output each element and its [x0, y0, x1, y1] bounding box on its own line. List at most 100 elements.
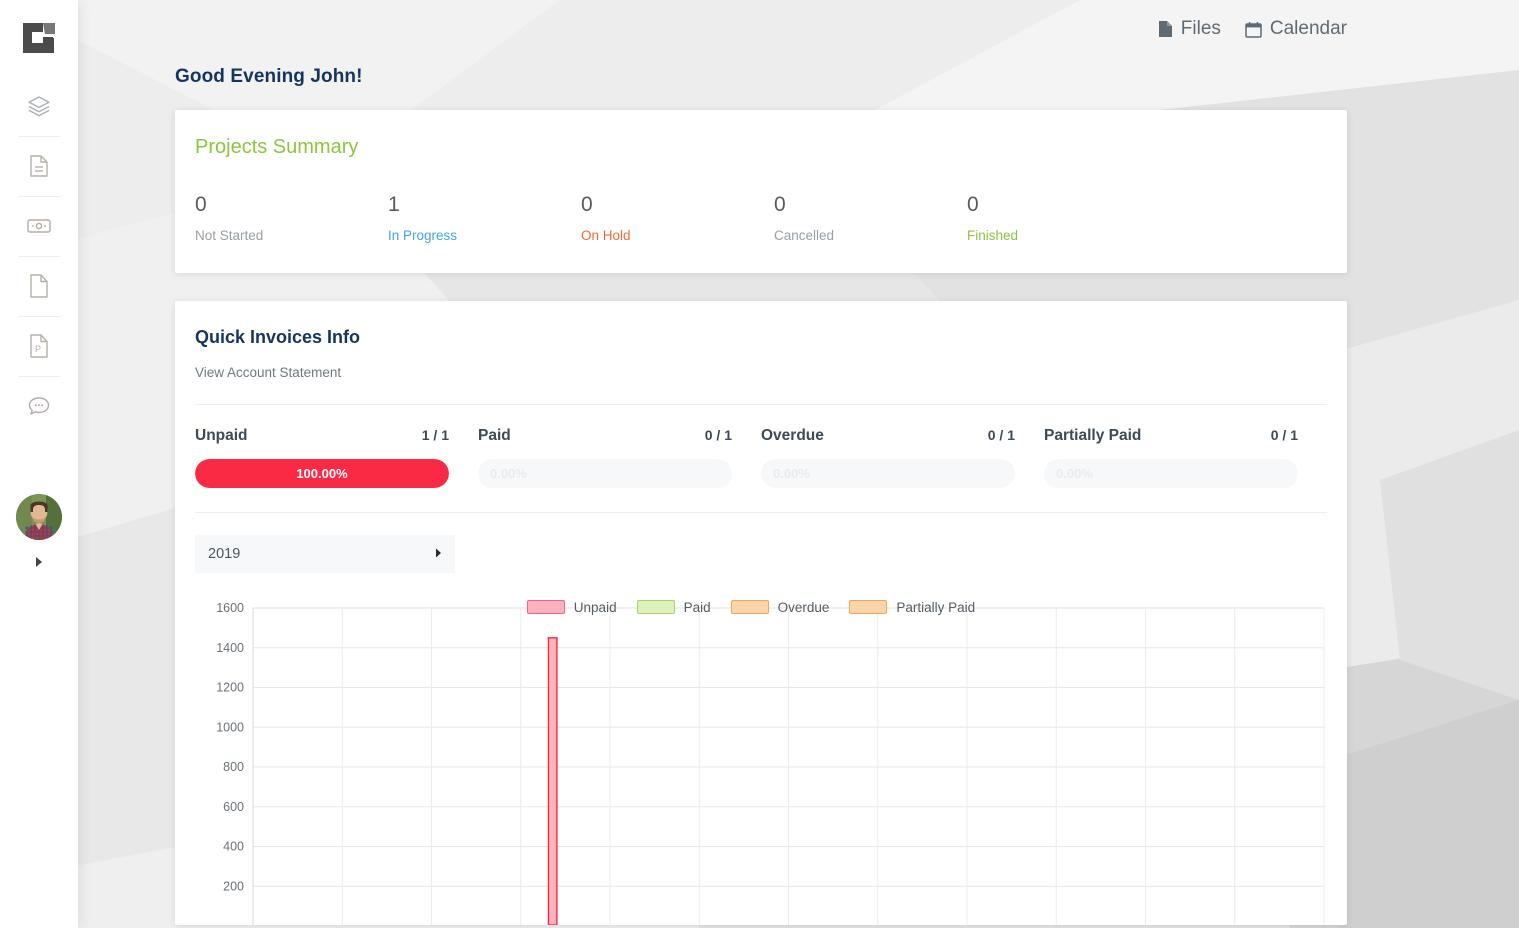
projects-summary-title: Projects Summary [195, 136, 1327, 159]
stat-label: Cancelled [774, 228, 967, 243]
topbar-links: Files Calendar [1158, 18, 1347, 40]
quick-invoices-card: Quick Invoices Info View Account Stateme… [175, 301, 1347, 925]
stat-not-started: 0 Not Started [195, 193, 388, 243]
invoice-status-partially-paid: Partially Paid 0 / 1 0.00% [1044, 427, 1327, 488]
invoice-status-label: Partially Paid [1044, 427, 1141, 445]
progress-value: 0.00% [1056, 466, 1093, 481]
progress-value: 100.00% [296, 466, 347, 481]
progress-fill: 0.00% [1044, 459, 1298, 488]
stat-finished: 0 Finished [967, 193, 1160, 243]
year-selector-row: 2019 [195, 512, 1327, 573]
invoice-status-paid: Paid 0 / 1 0.00% [478, 427, 761, 488]
legend-swatch [527, 600, 565, 614]
sidebar-item-layers[interactable] [0, 76, 78, 136]
chart-legend: Unpaid Paid Overdue Partially Paid [195, 595, 1327, 619]
legend-swatch [731, 600, 769, 614]
progress-bar: 0.00% [478, 459, 732, 488]
invoice-status-count: 0 / 1 [705, 427, 732, 443]
invoices-chart: Unpaid Paid Overdue Partially Paid [195, 595, 1327, 925]
main-content: Good Evening John! Projects Summary 0 No… [78, 0, 1519, 928]
sidebar-item-messages[interactable] [0, 376, 78, 436]
chat-bubble-icon [27, 395, 51, 417]
chart-canvas: 2004006008001000120014001600 [195, 595, 1327, 925]
invoice-status-grid: Unpaid 1 / 1 100.00% Paid 0 / 1 [195, 405, 1327, 488]
stat-value: 1 [388, 193, 581, 216]
stat-label: In Progress [388, 228, 581, 243]
stat-label: On Hold [581, 228, 774, 243]
legend-label: Overdue [778, 600, 830, 615]
svg-text:1200: 1200 [216, 681, 244, 695]
stat-value: 0 [581, 193, 774, 216]
progress-fill: 0.00% [478, 459, 732, 488]
blank-file-icon [28, 273, 50, 299]
sidebar-item-proposals[interactable]: P [0, 316, 78, 376]
topbar-link-label: Calendar [1270, 18, 1347, 40]
progress-fill: 0.00% [761, 459, 1015, 488]
invoice-status-count: 0 / 1 [1271, 427, 1298, 443]
calendar-icon [1245, 21, 1262, 38]
file-icon [1158, 20, 1173, 38]
topbar-link-calendar[interactable]: Calendar [1245, 18, 1347, 40]
projects-summary-card: Projects Summary 0 Not Started 1 In Prog… [175, 110, 1347, 273]
sidebar-expand-caret[interactable] [29, 554, 49, 570]
progress-value: 0.00% [773, 466, 810, 481]
progress-value: 0.00% [490, 466, 527, 481]
page-title: Good Evening John! [175, 66, 1519, 88]
topbar-link-files[interactable]: Files [1158, 18, 1221, 40]
svg-text:200: 200 [223, 879, 244, 893]
quick-invoices-title: Quick Invoices Info [195, 327, 1327, 348]
legend-item-overdue[interactable]: Overdue [731, 600, 830, 615]
user-avatar[interactable] [16, 494, 62, 540]
invoice-status-unpaid: Unpaid 1 / 1 100.00% [195, 427, 478, 488]
svg-text:400: 400 [223, 840, 244, 854]
invoice-status-count: 1 / 1 [422, 427, 449, 443]
stat-on-hold: 0 On Hold [581, 193, 774, 243]
year-select[interactable]: 2019 [195, 535, 455, 573]
invoice-status-overdue: Overdue 0 / 1 0.00% [761, 427, 1044, 488]
invoice-status-label: Paid [478, 427, 511, 445]
sidebar-item-documents[interactable] [0, 136, 78, 196]
legend-label: Paid [684, 600, 711, 615]
sidebar-item-invoices[interactable] [0, 196, 78, 256]
chevron-right-icon [435, 548, 442, 561]
legend-label: Unpaid [574, 600, 617, 615]
proposal-file-icon: P [28, 333, 50, 359]
sidebar-item-files[interactable] [0, 256, 78, 316]
svg-text:1400: 1400 [216, 641, 244, 655]
stat-value: 0 [967, 193, 1160, 216]
sidebar-nav: P [0, 76, 78, 436]
svg-text:P: P [35, 344, 41, 354]
stat-in-progress: 1 In Progress [388, 193, 581, 243]
progress-bar: 0.00% [761, 459, 1015, 488]
progress-bar: 0.00% [1044, 459, 1298, 488]
invoice-status-count: 0 / 1 [988, 427, 1015, 443]
svg-text:1000: 1000 [216, 720, 244, 734]
legend-swatch [637, 600, 675, 614]
sidebar: P [0, 0, 78, 928]
topbar-link-label: Files [1181, 18, 1221, 40]
progress-fill: 100.00% [195, 459, 449, 488]
stat-cancelled: 0 Cancelled [774, 193, 967, 243]
legend-item-partially-paid[interactable]: Partially Paid [849, 600, 975, 615]
view-account-statement-link[interactable]: View Account Statement [195, 365, 341, 380]
invoice-status-label: Unpaid [195, 427, 248, 445]
projects-stats-row: 0 Not Started 1 In Progress 0 On Hold 0 … [195, 193, 1327, 243]
app-logo[interactable] [0, 0, 78, 76]
legend-swatch [849, 600, 887, 614]
invoice-status-label: Overdue [761, 427, 824, 445]
money-bill-icon [26, 217, 52, 235]
svg-text:600: 600 [223, 800, 244, 814]
stat-label: Not Started [195, 228, 388, 243]
stat-value: 0 [774, 193, 967, 216]
stat-label: Finished [967, 228, 1160, 243]
legend-item-unpaid[interactable]: Unpaid [527, 600, 617, 615]
layers-icon [27, 94, 51, 118]
document-lines-icon [28, 154, 50, 178]
svg-text:800: 800 [223, 760, 244, 774]
legend-label: Partially Paid [896, 600, 975, 615]
legend-item-paid[interactable]: Paid [637, 600, 711, 615]
dashboard-page: P [0, 0, 1519, 928]
year-select-value: 2019 [208, 546, 240, 562]
progress-bar: 100.00% [195, 459, 449, 488]
stat-value: 0 [195, 193, 388, 216]
